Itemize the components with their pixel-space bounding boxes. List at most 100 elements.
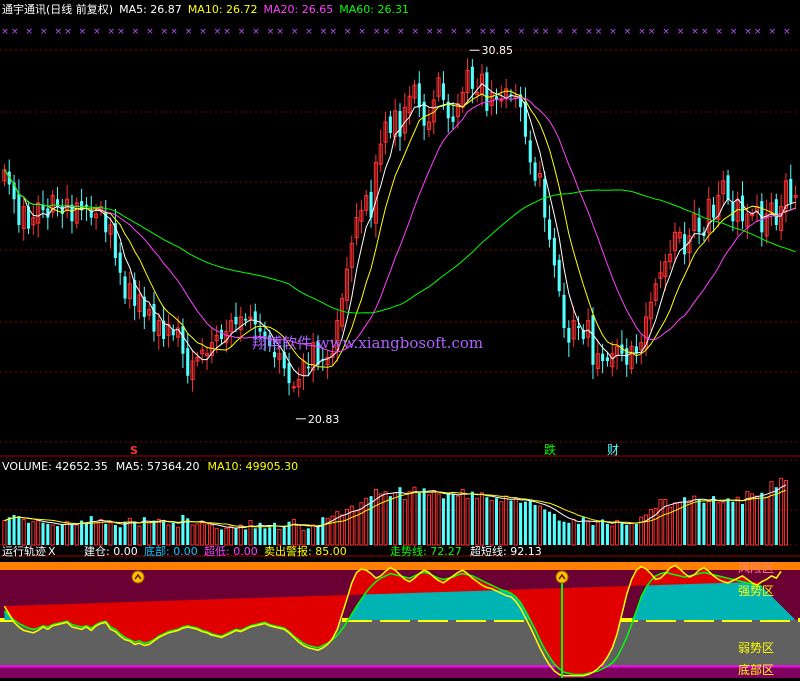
volume-bar [123,521,127,545]
candle-body-down [552,237,556,266]
volume-bar [46,523,50,545]
candle-body-down [485,72,489,111]
signal-marker: × [383,27,391,37]
volume-bar [460,488,465,546]
volume-bar [562,521,566,545]
volume-bar [156,518,161,546]
candle-body-down [398,110,402,137]
volume-bar [277,528,282,546]
candle-body-down [533,162,537,181]
volume-bar [548,511,552,545]
volume-bar [133,521,137,545]
zone-risk-label: 风险区 [738,560,774,575]
volume-bar [74,524,79,546]
candle-body-down [712,204,716,218]
volume-bar [2,520,7,546]
volume-bar [557,520,561,545]
candle-body-down [417,83,421,108]
volume-bar [176,526,181,546]
signal-marker: × [320,27,328,37]
volume-bar [504,495,509,546]
signal-marker: × [93,27,101,37]
volume-bar [485,497,489,545]
volume-bar [629,522,634,546]
high-price-label: 30.85 [482,44,514,57]
signal-marker: × [1,27,9,37]
signal-marker: × [170,27,178,37]
bottom-zone [0,666,800,678]
signal-marker: × [64,27,72,37]
volume-bar [683,497,687,545]
volume-bar [658,498,663,546]
candle-body-down [451,116,455,122]
volume-bar [446,492,450,545]
signal-marker: × [161,27,169,37]
volume-bar [571,518,576,546]
volume-bar [50,524,55,546]
volume-bar [316,526,320,545]
chart-title: 通宇通讯(日线 前复权) [2,2,113,16]
volume-bar [296,524,301,546]
signal-marker: × [214,27,222,37]
volume-bar [388,496,392,545]
signal-marker: × [595,27,603,37]
volume-bar [702,502,706,545]
signal-marker: × [715,27,723,37]
volume-bar [229,525,234,546]
indicator-value: 卖出警报: 85.00 [264,544,347,558]
volume-bar [263,528,267,545]
signal-marker: × [238,27,246,37]
candle-body-down [253,311,257,325]
candle-body-down [567,327,571,343]
volume-bar [479,492,485,546]
volume-bar [426,494,431,546]
volume-bar [200,522,205,546]
signal-marker: × [276,27,284,37]
volume-bar [470,491,474,545]
candle-body-down [591,315,595,365]
volume-label: VOLUME: 42652.35 [2,460,108,473]
volume-bar [306,528,310,545]
signal-marker: × [677,27,685,37]
volume-bar [137,525,142,546]
volume-bar [195,523,200,546]
volume-bar [519,502,523,545]
volume-bar [740,503,745,545]
signal-marker: × [585,27,593,37]
signal-marker: × [426,27,434,37]
signal-marker: × [556,27,564,37]
volume-bar [311,524,316,546]
candle-body-down [181,326,185,354]
volume-bar [321,517,325,545]
volume-bar [543,509,547,545]
indicator-close-button[interactable]: X [48,545,56,558]
volume-bar [258,522,262,545]
volume-bar [118,527,122,545]
signal-marker: × [54,27,62,37]
volume-bar [451,493,455,545]
volume-bar [754,495,760,546]
volume-bar [634,523,638,545]
volume-bar [224,527,229,546]
volume-bar [595,521,600,546]
signal-marker: × [542,27,550,37]
indicator-value: 走势线: 72.27 [390,544,462,558]
signal-marker: × [744,27,752,37]
low-price-label: 20.83 [308,413,340,426]
volume-bar [104,523,108,545]
volume-bar [147,522,152,546]
volume-bar [537,505,542,546]
candle-body-down [258,327,262,332]
volume-bar [422,488,426,545]
signal-marker: × [79,27,87,37]
volume-bar [108,522,113,546]
volume-bar [576,523,581,545]
volume-bar [455,495,460,546]
volume-bar [113,525,117,545]
signal-marker: × [624,27,632,37]
volume-bar [17,516,21,545]
volume-bar [591,525,595,545]
indicator-value: 超短线: 92.13 [470,544,542,558]
signal-marker: × [40,27,48,37]
ma10-label: MA10: 26.72 [188,3,258,16]
